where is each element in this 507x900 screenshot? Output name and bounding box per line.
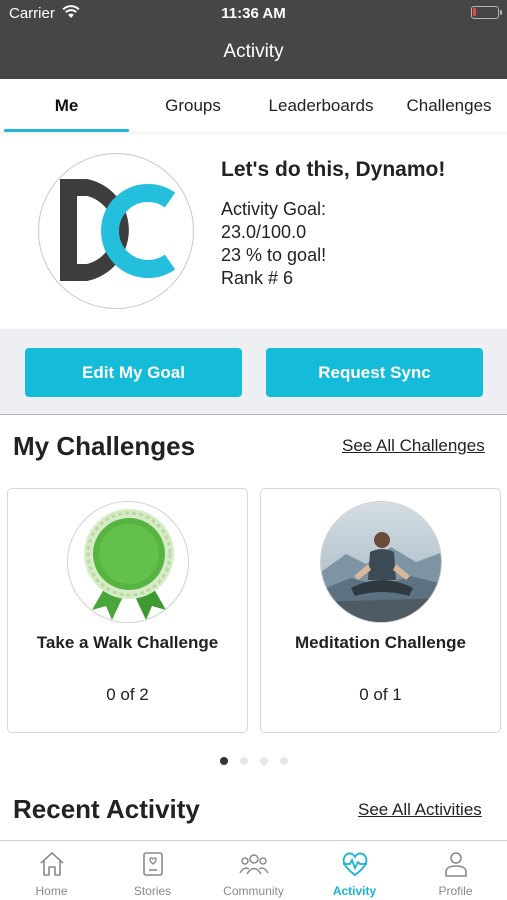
nav-label: Stories — [133, 884, 172, 898]
nav-home[interactable]: Home — [1, 841, 102, 900]
my-challenges-heading: My Challenges — [13, 431, 196, 461]
community-icon — [203, 850, 304, 878]
see-all-activities-link[interactable]: See All Activities — [358, 800, 482, 820]
challenge-progress: 0 of 1 — [359, 685, 402, 704]
nav-community[interactable]: Community — [203, 841, 304, 900]
tab-me[interactable]: Me — [4, 79, 129, 133]
nav-label: Community — [223, 884, 284, 898]
edit-goal-button[interactable]: Edit My Goal — [25, 348, 242, 397]
action-buttons-band: Edit My Goal Request Sync — [0, 329, 507, 415]
nav-label: Home — [35, 884, 68, 898]
top-bar: Carrier 11:36 AM Activity — [0, 0, 507, 79]
tab-groups[interactable]: Groups — [129, 79, 257, 133]
bottom-tab-bar: Home Stories Community Activity Profile — [0, 840, 507, 900]
rank-text: Rank # 6 — [221, 268, 294, 288]
profile-icon — [405, 850, 506, 878]
challenge-progress: 0 of 2 — [106, 685, 149, 704]
challenge-card-walk[interactable]: Take a Walk Challenge 0 of 2 — [7, 488, 248, 733]
page-dot-active[interactable] — [220, 757, 228, 765]
page-dot[interactable] — [260, 757, 268, 765]
challenge-title: Take a Walk Challenge — [36, 633, 219, 652]
percent-to-goal: 23 % to goal! — [221, 245, 327, 265]
nav-activity[interactable]: Activity — [304, 841, 405, 900]
page-dot[interactable] — [240, 757, 248, 765]
status-bar: Carrier 11:36 AM — [0, 0, 507, 28]
goal-value: 23.0/100.0 — [221, 222, 307, 242]
goal-label: Activity Goal: — [221, 199, 327, 219]
page-dot[interactable] — [280, 757, 288, 765]
request-sync-button[interactable]: Request Sync — [266, 348, 483, 397]
green-ribbon-award-icon — [67, 501, 189, 623]
status-time: 11:36 AM — [221, 5, 286, 22]
company-logo — [38, 153, 194, 309]
stories-icon — [102, 850, 203, 878]
challenge-title: Meditation Challenge — [295, 633, 466, 652]
meditation-photo — [320, 501, 442, 623]
nav-stories[interactable]: Stories — [102, 841, 203, 900]
battery-icon — [471, 6, 502, 19]
nav-label: Activity — [332, 884, 377, 898]
page-title: Activity — [223, 41, 284, 62]
tab-challenges[interactable]: Challenges — [385, 79, 507, 133]
tabs-divider — [0, 132, 507, 136]
greeting-text: Let's do this, Dynamo! — [221, 158, 446, 181]
segment-tabs: Me Groups Leaderboards Challenges — [0, 79, 507, 133]
carousel-page-indicator[interactable] — [220, 757, 300, 767]
challenge-card-meditation[interactable]: Meditation Challenge 0 of 1 — [260, 488, 501, 733]
tab-leaderboards[interactable]: Leaderboards — [257, 79, 385, 133]
nav-profile[interactable]: Profile — [405, 841, 506, 900]
recent-activity-heading: Recent Activity — [13, 794, 200, 824]
activity-heart-icon — [304, 850, 405, 878]
nav-label: Profile — [438, 884, 473, 898]
home-icon — [1, 850, 102, 878]
see-all-challenges-link[interactable]: See All Challenges — [342, 436, 485, 456]
